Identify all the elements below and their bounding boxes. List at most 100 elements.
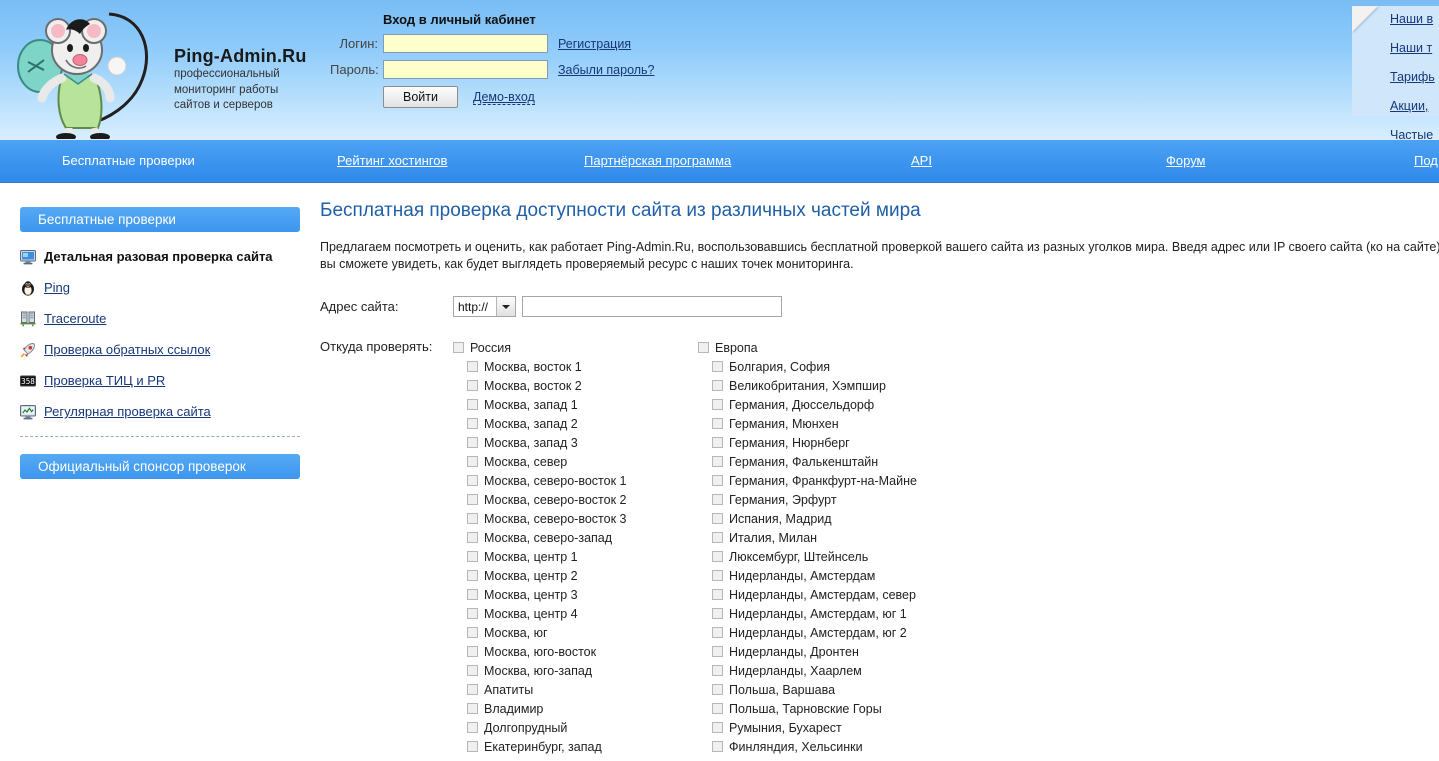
checkbox-icon[interactable] [453, 342, 464, 353]
location-checkbox-row[interactable]: Германия, Фалькенштайн [698, 452, 998, 471]
checkbox-icon[interactable] [467, 627, 478, 638]
location-checkbox-row[interactable]: Болгария, София [698, 357, 998, 376]
checkbox-icon[interactable] [712, 399, 723, 410]
checkbox-icon[interactable] [712, 627, 723, 638]
checkbox-icon[interactable] [712, 665, 723, 676]
checkbox-icon[interactable] [712, 361, 723, 372]
checkbox-icon[interactable] [712, 570, 723, 581]
checkbox-icon[interactable] [712, 722, 723, 733]
checkbox-icon[interactable] [467, 532, 478, 543]
location-checkbox-row[interactable]: Германия, Франкфурт-на-Майне [698, 471, 998, 490]
location-checkbox-row[interactable]: Москва, запад 3 [453, 433, 698, 452]
location-checkbox-row[interactable]: Москва, северо-восток 3 [453, 509, 698, 528]
sidebar-item-label[interactable]: Проверка ТИЦ и PR [44, 373, 165, 388]
sidebar-item-label[interactable]: Ping [44, 280, 70, 295]
forgot-password-link[interactable]: Забыли пароль? [558, 63, 655, 77]
header-link-2[interactable]: Тарифь [1390, 70, 1435, 85]
nav-item-4[interactable]: Форум [1166, 153, 1206, 168]
nav-item-3[interactable]: API [911, 153, 932, 168]
checkbox-icon[interactable] [712, 646, 723, 657]
sidebar-item-5[interactable]: Регулярная проверка сайта [20, 401, 300, 422]
sidebar-item-label[interactable]: Traceroute [44, 311, 106, 326]
logo-block[interactable]: Ping-Admin.Ru профессиональный мониторин… [14, 4, 334, 139]
checkbox-icon[interactable] [467, 418, 478, 429]
location-checkbox-row[interactable]: Нидерланды, Амстердам, юг 2 [698, 623, 998, 642]
location-checkbox-row[interactable]: Москва, запад 2 [453, 414, 698, 433]
header-link-1[interactable]: Наши т [1390, 41, 1435, 56]
location-checkbox-row[interactable]: Москва, центр 1 [453, 547, 698, 566]
header-link-3[interactable]: Акции, [1390, 99, 1435, 114]
checkbox-icon[interactable] [467, 589, 478, 600]
checkbox-icon[interactable] [467, 684, 478, 695]
checkbox-icon[interactable] [712, 475, 723, 486]
checkbox-icon[interactable] [712, 437, 723, 448]
checkbox-icon[interactable] [712, 513, 723, 524]
location-checkbox-row[interactable]: Москва, запад 1 [453, 395, 698, 414]
location-checkbox-row[interactable]: Испания, Мадрид [698, 509, 998, 528]
checkbox-icon[interactable] [467, 456, 478, 467]
checkbox-icon[interactable] [698, 342, 709, 353]
location-checkbox-row[interactable]: Нидерланды, Амстердам, юг 1 [698, 604, 998, 623]
checkbox-icon[interactable] [712, 456, 723, 467]
nav-item-0[interactable]: Бесплатные проверки [62, 153, 195, 168]
login-input[interactable] [383, 34, 548, 53]
checkbox-icon[interactable] [712, 703, 723, 714]
location-checkbox-row[interactable]: Москва, север [453, 452, 698, 471]
location-checkbox-row[interactable]: Москва, юго-восток [453, 642, 698, 661]
location-checkbox-row[interactable]: Польша, Тарновские Горы [698, 699, 998, 718]
location-checkbox-row[interactable]: Апатиты [453, 680, 698, 699]
location-checkbox-row[interactable]: Румыния, Бухарест [698, 718, 998, 737]
location-checkbox-row[interactable]: Москва, центр 3 [453, 585, 698, 604]
checkbox-icon[interactable] [467, 608, 478, 619]
checkbox-icon[interactable] [712, 684, 723, 695]
checkbox-icon[interactable] [467, 703, 478, 714]
sidebar-item-0[interactable]: Детальная разовая проверка сайта [20, 246, 300, 267]
location-checkbox-row[interactable]: Нидерланды, Амстердам [698, 566, 998, 585]
checkbox-icon[interactable] [712, 532, 723, 543]
location-checkbox-row[interactable]: Москва, центр 2 [453, 566, 698, 585]
site-address-input[interactable] [522, 296, 782, 317]
checkbox-icon[interactable] [467, 494, 478, 505]
location-group-header[interactable]: Европа [698, 338, 998, 357]
checkbox-icon[interactable] [467, 380, 478, 391]
location-checkbox-row[interactable]: Нидерланды, Дронтен [698, 642, 998, 661]
protocol-select[interactable]: http://https:// [453, 296, 516, 317]
location-checkbox-row[interactable]: Москва, северо-восток 1 [453, 471, 698, 490]
location-checkbox-row[interactable]: Москва, центр 4 [453, 604, 698, 623]
location-checkbox-row[interactable]: Германия, Мюнхен [698, 414, 998, 433]
checkbox-icon[interactable] [467, 741, 478, 752]
location-checkbox-row[interactable]: Екатеринбург, запад [453, 737, 698, 756]
header-link-0[interactable]: Наши в [1390, 12, 1435, 27]
checkbox-icon[interactable] [467, 361, 478, 372]
login-submit-button[interactable]: Войти [383, 86, 458, 108]
checkbox-icon[interactable] [467, 475, 478, 486]
sidebar-item-1[interactable]: Ping [20, 277, 300, 298]
location-checkbox-row[interactable]: Москва, северо-восток 2 [453, 490, 698, 509]
checkbox-icon[interactable] [712, 380, 723, 391]
location-checkbox-row[interactable]: Москва, восток 2 [453, 376, 698, 395]
checkbox-icon[interactable] [712, 608, 723, 619]
checkbox-icon[interactable] [712, 418, 723, 429]
location-checkbox-row[interactable]: Москва, восток 1 [453, 357, 698, 376]
checkbox-icon[interactable] [467, 399, 478, 410]
location-checkbox-row[interactable]: Германия, Эрфурт [698, 490, 998, 509]
location-group-header[interactable]: Россия [453, 338, 698, 357]
checkbox-icon[interactable] [467, 513, 478, 524]
checkbox-icon[interactable] [712, 494, 723, 505]
password-input[interactable] [383, 60, 548, 79]
checkbox-icon[interactable] [467, 437, 478, 448]
location-checkbox-row[interactable]: Германия, Нюрнберг [698, 433, 998, 452]
sidebar-item-3[interactable]: Проверка обратных ссылок [20, 339, 300, 360]
checkbox-icon[interactable] [467, 665, 478, 676]
nav-item-5[interactable]: Под [1414, 153, 1438, 168]
header-link-4[interactable]: Частые [1390, 128, 1435, 140]
sidebar-item-4[interactable]: 358Проверка ТИЦ и PR [20, 370, 300, 391]
location-checkbox-row[interactable]: Нидерланды, Хаарлем [698, 661, 998, 680]
checkbox-icon[interactable] [467, 570, 478, 581]
checkbox-icon[interactable] [467, 551, 478, 562]
location-checkbox-row[interactable]: Польша, Варшава [698, 680, 998, 699]
nav-item-2[interactable]: Партнёрская программа [584, 153, 731, 168]
location-checkbox-row[interactable]: Италия, Милан [698, 528, 998, 547]
register-link[interactable]: Регистрация [558, 37, 631, 51]
location-checkbox-row[interactable]: Финляндия, Хельсинки [698, 737, 998, 756]
